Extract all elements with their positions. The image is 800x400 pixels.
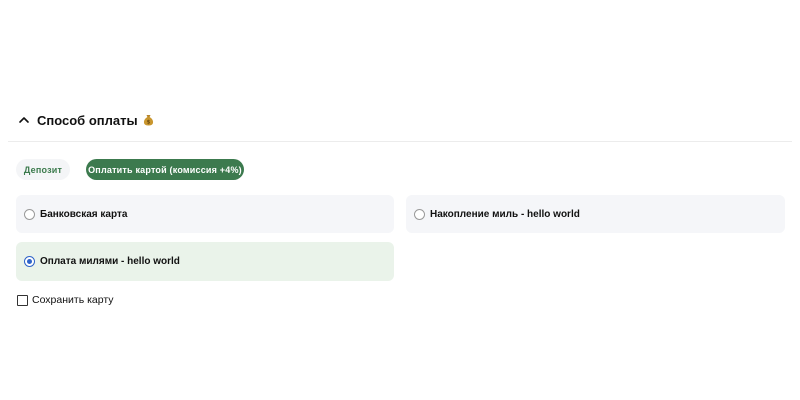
- option-label: Оплата милями - hello world: [40, 256, 180, 267]
- radio-miles-accumulation[interactable]: [414, 208, 425, 220]
- option-label: Накопление миль - hello world: [430, 208, 580, 220]
- section-divider: [8, 141, 792, 142]
- section-title: Способ оплаты: [37, 112, 138, 128]
- radio-bank-card[interactable]: [24, 208, 35, 220]
- option-miles-accumulation[interactable]: Накопление миль - hello world: [406, 195, 785, 233]
- tab-pay-by-card[interactable]: Оплатить картой (комиссия +4%): [86, 159, 244, 180]
- option-pay-with-miles[interactable]: Оплата милями - hello world: [16, 242, 394, 281]
- radio-pay-with-miles[interactable]: [24, 256, 35, 267]
- save-card-control[interactable]: Сохранить карту: [17, 294, 114, 306]
- save-card-checkbox[interactable]: [17, 294, 28, 306]
- payment-method-header[interactable]: Способ оплаты $: [16, 109, 790, 131]
- payment-page: Способ оплаты $ Депозит Оплатить картой …: [0, 0, 800, 400]
- option-label: Банковская карта: [40, 208, 128, 220]
- money-bag-icon: $: [143, 114, 154, 126]
- save-card-label: Сохранить карту: [32, 294, 114, 306]
- svg-text:$: $: [146, 120, 150, 126]
- chevron-up-icon[interactable]: [16, 112, 32, 128]
- tab-deposit[interactable]: Депозит: [16, 159, 70, 180]
- option-bank-card[interactable]: Банковская карта: [16, 195, 394, 233]
